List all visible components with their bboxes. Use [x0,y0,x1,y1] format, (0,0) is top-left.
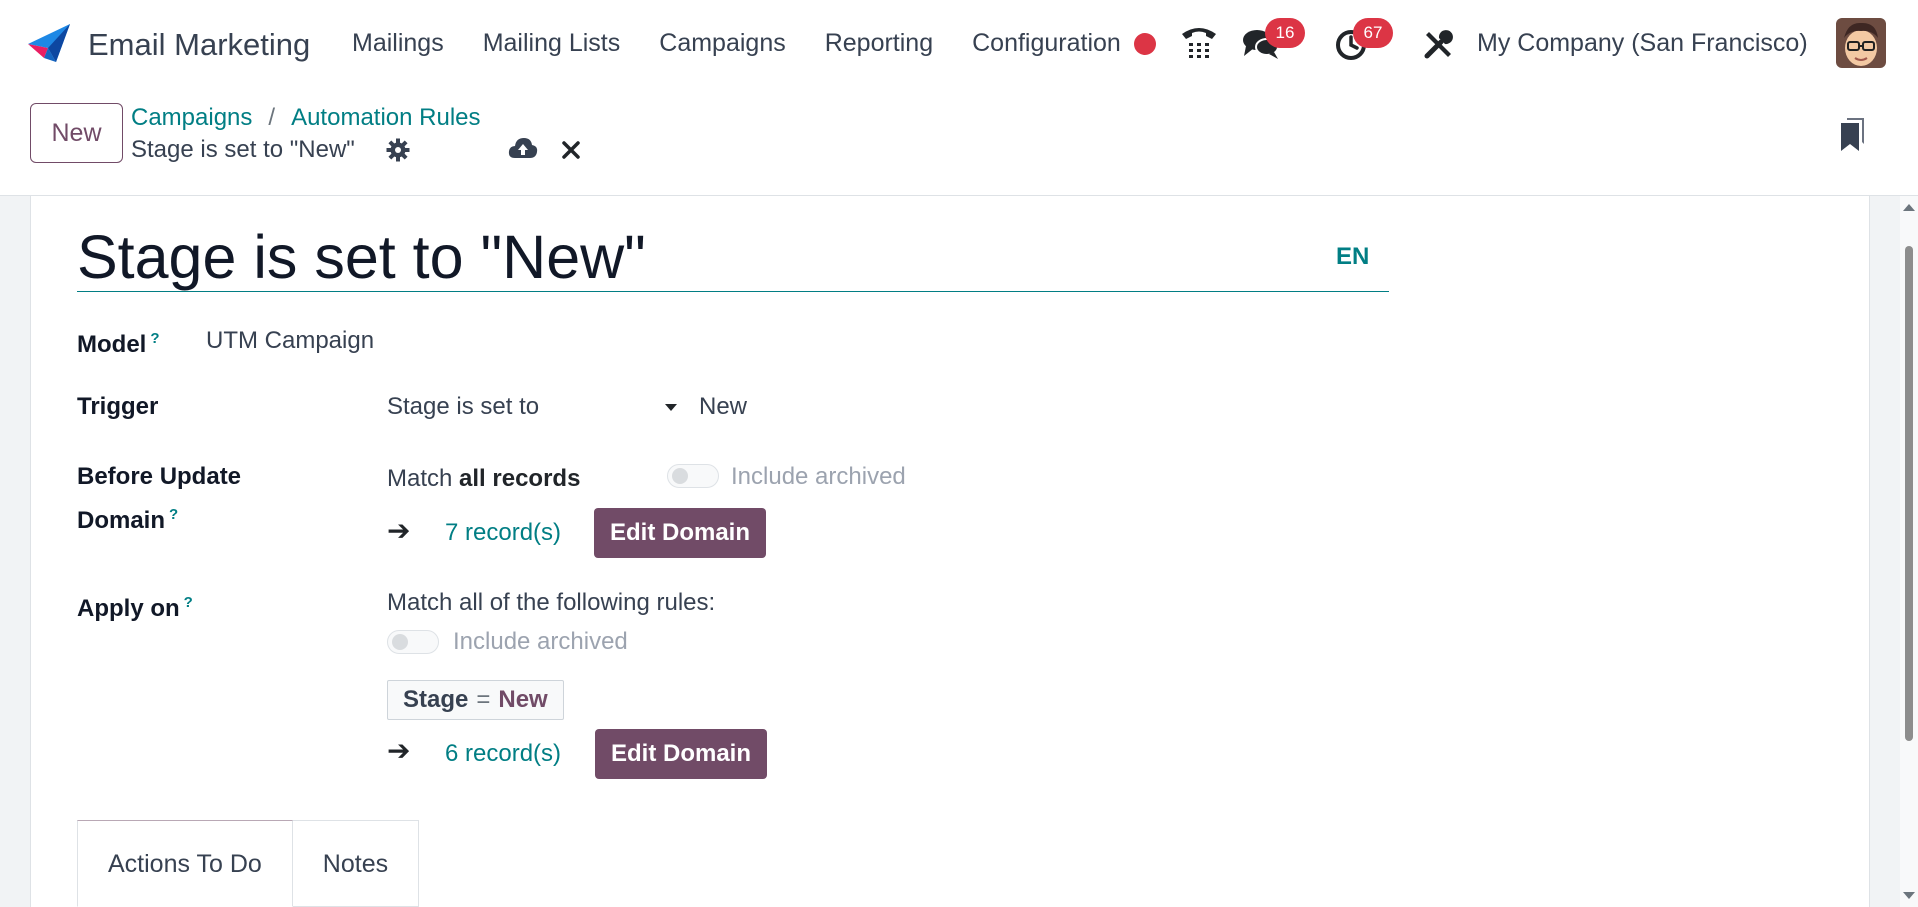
scroll-thumb[interactable] [1905,246,1913,741]
trigger-label: Trigger [77,393,159,420]
menu-mailing-lists[interactable]: Mailing Lists [483,29,621,58]
before-records-link[interactable]: 7 record(s) [445,519,561,547]
domain-rule-chip[interactable]: Stage = New [387,680,564,720]
discard-icon[interactable] [561,140,581,160]
trigger-value: Stage is set to [387,393,540,420]
main-menu: Mailings Mailing Lists Campaigns Reporti… [352,29,1120,58]
arrow-right-icon: ➔ [387,735,411,766]
help-icon[interactable]: ? [169,506,178,523]
apply-records-link[interactable]: 6 record(s) [445,740,561,768]
app-name[interactable]: Email Marketing [88,27,310,63]
form-sheet: Stage is set to "New" EN Model? UTM Camp… [30,196,1870,907]
trigger-select[interactable]: Stage is set to [387,388,707,426]
breadcrumb: Campaigns / Automation Rules [131,104,481,132]
menu-campaigns[interactable]: Campaigns [659,29,785,58]
breadcrumb-campaigns[interactable]: Campaigns [131,104,252,131]
cloud-upload-icon[interactable] [508,136,538,160]
apply-edit-domain-button[interactable]: Edit Domain [595,729,768,779]
tab-notes[interactable]: Notes [292,820,420,907]
recording-indicator [1134,33,1156,55]
top-navbar: Email Marketing Mailings Mailing Lists C… [0,0,1918,88]
rule-name-field[interactable]: Stage is set to "New" [77,222,1389,292]
gear-icon[interactable] [386,138,410,162]
model-value: UTM Campaign [206,327,375,354]
company-switcher[interactable]: My Company (San Francisco) [1477,29,1808,58]
before-update-label: Before Update Domain? [77,463,242,534]
model-label: Model? [77,330,160,358]
breadcrumb-automation-rules[interactable]: Automation Rules [291,104,480,131]
phone-icon[interactable] [1180,24,1218,60]
apply-on-label: Apply on? [77,594,193,622]
tab-actions-to-do[interactable]: Actions To Do [77,820,293,907]
breadcrumb-separator: / [268,104,276,131]
before-match-text: Match all records [387,465,581,492]
brand-logo-icon[interactable] [26,22,72,64]
trigger-stage-field[interactable]: New [699,388,747,426]
apply-include-archived-label: Include archived [453,628,628,655]
control-panel: New Campaigns / Automation Rules Stage is … [0,88,1918,196]
scroll-up-icon[interactable] [1903,204,1915,211]
before-include-archived-toggle[interactable] [667,464,719,488]
menu-reporting[interactable]: Reporting [825,29,933,58]
tools-icon[interactable] [1423,28,1455,60]
help-icon[interactable]: ? [150,330,159,347]
activities-badge: 67 [1353,18,1393,48]
chevron-down-icon [665,404,677,411]
apply-match-text: Match all of the following rules: [387,589,716,616]
menu-configuration[interactable]: Configuration [972,29,1120,58]
notebook-tabs: Actions To Do Notes [77,820,420,907]
current-record-name: Stage is set to "New" [131,136,355,163]
avatar[interactable] [1836,18,1886,68]
before-include-archived-label: Include archived [731,463,906,490]
scrollbar[interactable] [1900,196,1918,907]
apply-include-archived-toggle[interactable] [387,630,439,654]
help-icon[interactable]: ? [184,594,193,611]
arrow-right-icon: ➔ [387,515,411,546]
form-view: Stage is set to "New" EN Model? UTM Camp… [0,196,1900,907]
before-edit-domain-button[interactable]: Edit Domain [594,508,767,558]
messages-badge: 16 [1265,18,1305,48]
bookmark-icon[interactable] [1840,118,1864,152]
menu-mailings[interactable]: Mailings [352,29,444,58]
scroll-down-icon[interactable] [1903,892,1915,899]
language-button[interactable]: EN [1336,243,1369,271]
new-button[interactable]: New [30,103,123,163]
